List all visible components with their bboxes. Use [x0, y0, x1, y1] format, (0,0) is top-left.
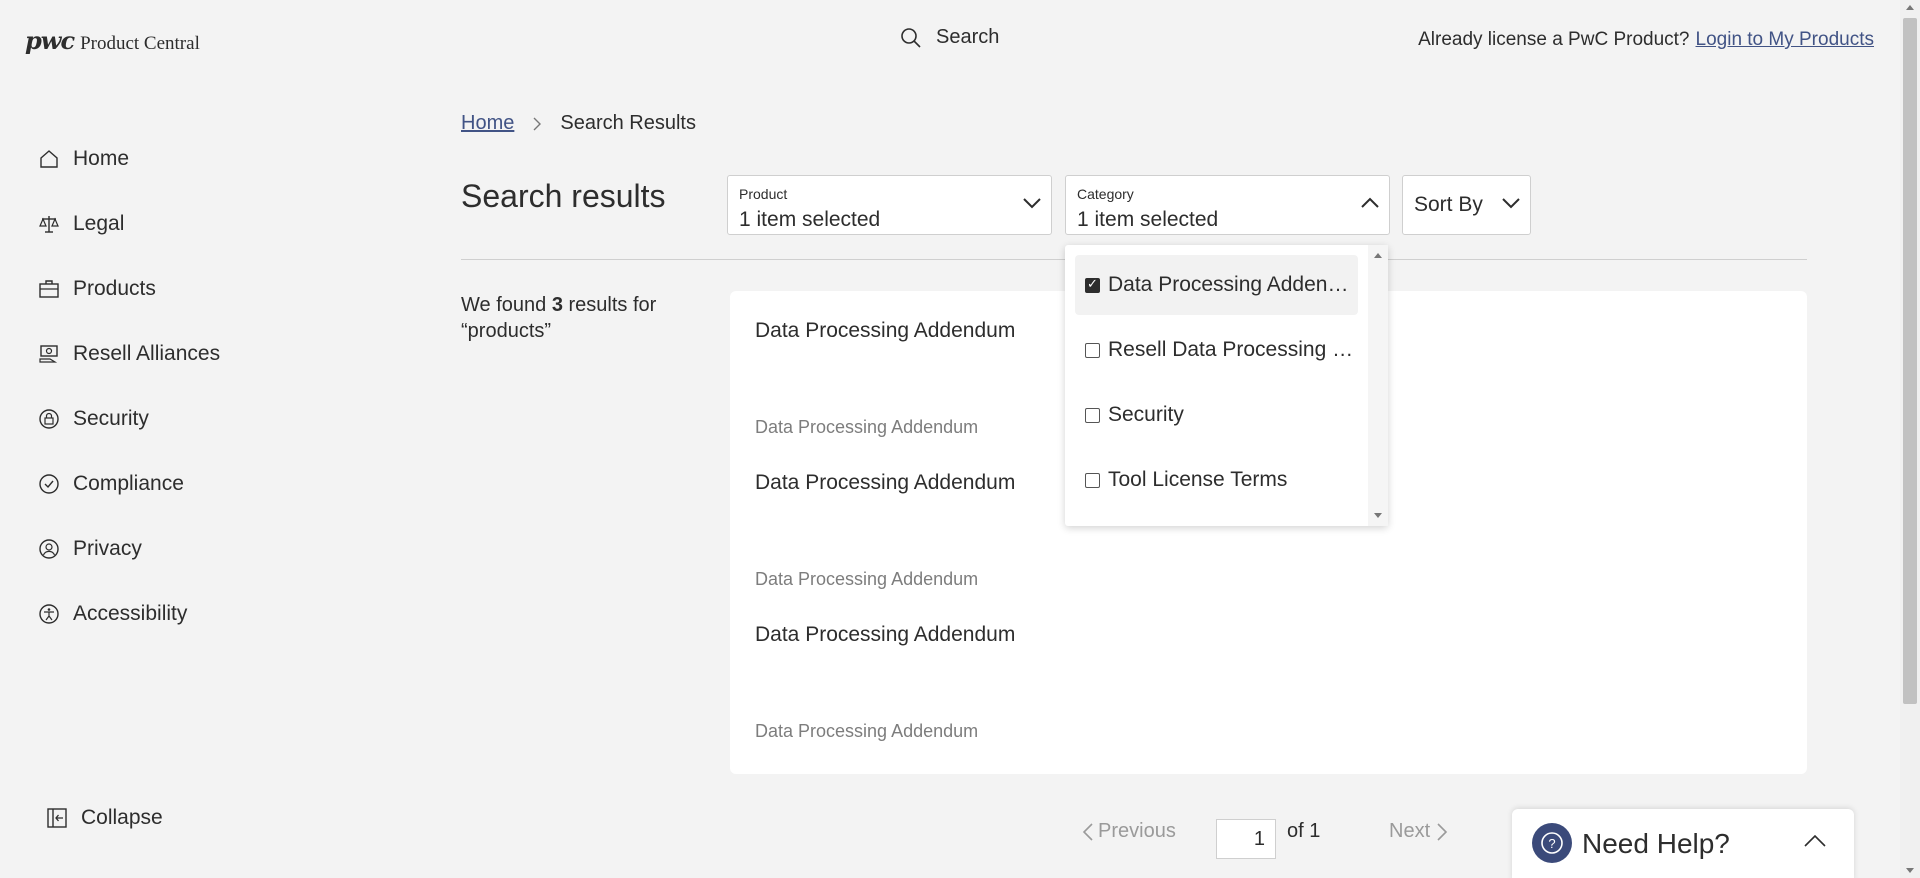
accessibility-icon — [38, 603, 60, 625]
summary-prefix: We found — [461, 294, 547, 316]
scrollbar-thumb[interactable] — [1903, 18, 1917, 704]
help-question-icon: ? — [1532, 823, 1572, 863]
product-filter-label: Product — [739, 186, 788, 202]
result-item[interactable]: Data Processing Addendum Data Processing… — [755, 623, 1555, 741]
page-total: of 1 — [1287, 820, 1321, 842]
sidebar-item-label: Privacy — [73, 536, 142, 560]
previous-page-button[interactable]: Previous — [1082, 820, 1176, 843]
sidebar-item-label: Resell Alliances — [73, 341, 221, 365]
breadcrumb: Home Search Results — [461, 112, 696, 135]
option-label: Data Processing Addendum — [1108, 273, 1358, 296]
scroll-down-arrow-icon[interactable] — [1906, 868, 1914, 873]
chevron-left-icon — [1082, 822, 1094, 842]
category-filter-select[interactable]: Category 1 item selected — [1065, 175, 1390, 235]
home-icon — [38, 148, 60, 170]
breadcrumb-current: Search Results — [560, 112, 696, 134]
need-help-label: Need Help? — [1582, 828, 1730, 859]
account-prompt: Already license a PwC Product? — [1418, 29, 1690, 50]
sidebar-item-privacy[interactable]: Privacy — [38, 516, 220, 581]
sort-by-label: Sort By — [1414, 193, 1483, 216]
category-dropdown-menu: Data Processing Addendum Resell Data Pro… — [1065, 245, 1388, 526]
breadcrumb-home-link[interactable]: Home — [461, 112, 514, 135]
product-filter-select[interactable]: Product 1 item selected — [727, 175, 1052, 235]
category-filter-value: 1 item selected — [1077, 208, 1219, 231]
checkbox[interactable] — [1085, 472, 1100, 488]
handshake-icon — [38, 343, 60, 365]
sidebar-item-resell-alliances[interactable]: Resell Alliances — [38, 321, 220, 386]
results-count: 3 — [551, 294, 563, 316]
page-title: Search results — [461, 178, 666, 214]
svg-text:?: ? — [1548, 836, 1555, 851]
option-label: Security — [1108, 403, 1184, 426]
result-subtitle: Data Processing Addendum — [755, 417, 979, 437]
dropdown-scrollbar[interactable] — [1368, 245, 1388, 526]
previous-label: Previous — [1098, 820, 1176, 842]
collapse-label: Collapse — [81, 806, 163, 829]
next-page-button[interactable]: Next — [1389, 820, 1448, 843]
account-area: Already license a PwC Product? Login to … — [1418, 29, 1874, 51]
sidebar: Home Legal Products Resell Alliances Sec… — [38, 126, 220, 646]
sidebar-item-label: Security — [73, 406, 149, 430]
sidebar-item-compliance[interactable]: Compliance — [38, 451, 220, 516]
option-label: Tool License Terms — [1108, 468, 1288, 491]
collapse-icon — [46, 807, 68, 829]
category-option-data-processing-addendum[interactable]: Data Processing Addendum — [1075, 255, 1358, 315]
logo-mark: pwc — [25, 26, 75, 55]
sidebar-item-security[interactable]: Security — [38, 386, 220, 451]
lock-icon — [38, 408, 60, 430]
summary-middle: results for — [568, 294, 657, 316]
collapse-button[interactable]: Collapse — [46, 806, 163, 830]
chevron-right-icon — [1436, 822, 1448, 842]
need-help-widget[interactable]: ? Need Help? — [1512, 809, 1854, 878]
search-label: Search — [936, 26, 1000, 48]
scales-icon — [38, 213, 60, 235]
checkbox[interactable] — [1085, 342, 1100, 358]
category-option-tool-license-terms[interactable]: Tool License Terms — [1075, 450, 1358, 510]
results-summary: We found 3 results for “products” — [461, 292, 681, 344]
sidebar-item-home[interactable]: Home — [38, 126, 220, 191]
sidebar-item-label: Legal — [73, 211, 125, 235]
option-label: Resell Data Processing addendum — [1108, 338, 1358, 361]
scroll-up-arrow-icon[interactable] — [1906, 5, 1914, 10]
scroll-up-arrow-icon[interactable] — [1374, 253, 1382, 258]
sidebar-item-label: Compliance — [73, 471, 184, 495]
sidebar-item-label: Home — [73, 146, 130, 170]
scroll-down-arrow-icon[interactable] — [1374, 513, 1382, 518]
result-subtitle: Data Processing Addendum — [755, 721, 979, 741]
logo-text: Product Central — [80, 33, 200, 54]
sidebar-item-accessibility[interactable]: Accessibility — [38, 581, 220, 646]
chevron-up-icon[interactable] — [1804, 835, 1826, 847]
chevron-down-icon — [1023, 197, 1041, 209]
header-search[interactable]: Search — [900, 26, 999, 49]
pwc-logo[interactable]: pwc Product Central — [25, 26, 200, 55]
next-label: Next — [1389, 820, 1431, 842]
sort-by-select[interactable]: Sort By — [1402, 175, 1531, 235]
chevron-up-icon — [1361, 197, 1379, 209]
product-filter-value: 1 item selected — [739, 208, 881, 231]
checkbox[interactable] — [1085, 407, 1100, 423]
sidebar-item-label: Accessibility — [73, 601, 188, 625]
sidebar-item-legal[interactable]: Legal — [38, 191, 220, 256]
login-link[interactable]: Login to My Products — [1696, 29, 1874, 51]
checkbox[interactable] — [1085, 276, 1100, 293]
page-scrollbar[interactable] — [1900, 0, 1920, 878]
search-query: “products” — [461, 320, 552, 342]
page-number-input[interactable] — [1216, 819, 1276, 859]
sidebar-item-products[interactable]: Products — [38, 256, 220, 321]
user-circle-icon — [38, 538, 60, 560]
check-circle-icon — [38, 473, 60, 495]
briefcase-icon — [38, 278, 60, 300]
result-title[interactable]: Data Processing Addendum — [755, 623, 1555, 647]
category-filter-label: Category — [1077, 186, 1134, 202]
sidebar-item-label: Products — [73, 276, 156, 300]
result-subtitle: Data Processing Addendum — [755, 569, 979, 589]
category-option-security[interactable]: Security — [1075, 385, 1358, 445]
chevron-down-icon — [1502, 197, 1520, 209]
chevron-right-icon — [532, 117, 542, 131]
category-option-resell-dpa[interactable]: Resell Data Processing addendum — [1075, 320, 1358, 380]
search-icon — [900, 27, 922, 49]
